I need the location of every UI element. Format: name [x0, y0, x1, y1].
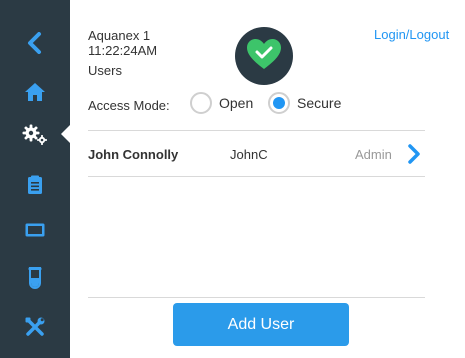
radio-label-secure: Secure — [297, 95, 342, 111]
settings-button[interactable] — [0, 115, 70, 155]
home-button[interactable] — [0, 72, 70, 112]
check-heart-icon — [246, 38, 282, 75]
user-role: Admin — [355, 147, 392, 162]
divider — [88, 176, 425, 177]
screen-icon — [25, 223, 45, 237]
tools-button[interactable] — [0, 307, 70, 347]
clipboard-icon — [27, 175, 43, 195]
test-tube-icon — [28, 267, 42, 289]
clock-time: 11:22:24AM — [88, 43, 158, 58]
back-chevron-icon — [26, 32, 44, 54]
back-button[interactable] — [0, 23, 70, 63]
user-row[interactable]: John Connolly JohnC Admin — [88, 138, 425, 174]
divider — [88, 130, 425, 131]
status-badge — [235, 27, 293, 85]
divider — [88, 297, 425, 298]
active-indicator — [61, 125, 70, 143]
login-logout-link[interactable]: Login/Logout — [374, 27, 449, 42]
radio-button-secure[interactable] — [268, 92, 290, 114]
access-mode-label: Access Mode: — [88, 98, 170, 113]
access-mode-open-radio[interactable]: Open — [190, 92, 253, 114]
sidebar — [0, 0, 70, 358]
tools-icon — [24, 316, 46, 338]
access-mode-secure-radio[interactable]: Secure — [268, 92, 341, 114]
user-full-name: John Connolly — [88, 147, 179, 162]
chevron-right-icon[interactable] — [407, 144, 421, 169]
radio-button-open[interactable] — [190, 92, 212, 114]
display-button[interactable] — [0, 210, 70, 250]
logs-button[interactable] — [0, 165, 70, 205]
page-title: Users — [88, 63, 122, 78]
settings-gears-icon — [22, 124, 48, 146]
add-user-button[interactable]: Add User — [173, 303, 349, 346]
samples-button[interactable] — [0, 258, 70, 298]
home-icon — [24, 82, 46, 102]
user-username: JohnC — [230, 147, 268, 162]
device-name: Aquanex 1 — [88, 28, 151, 43]
radio-label-open: Open — [219, 95, 254, 111]
